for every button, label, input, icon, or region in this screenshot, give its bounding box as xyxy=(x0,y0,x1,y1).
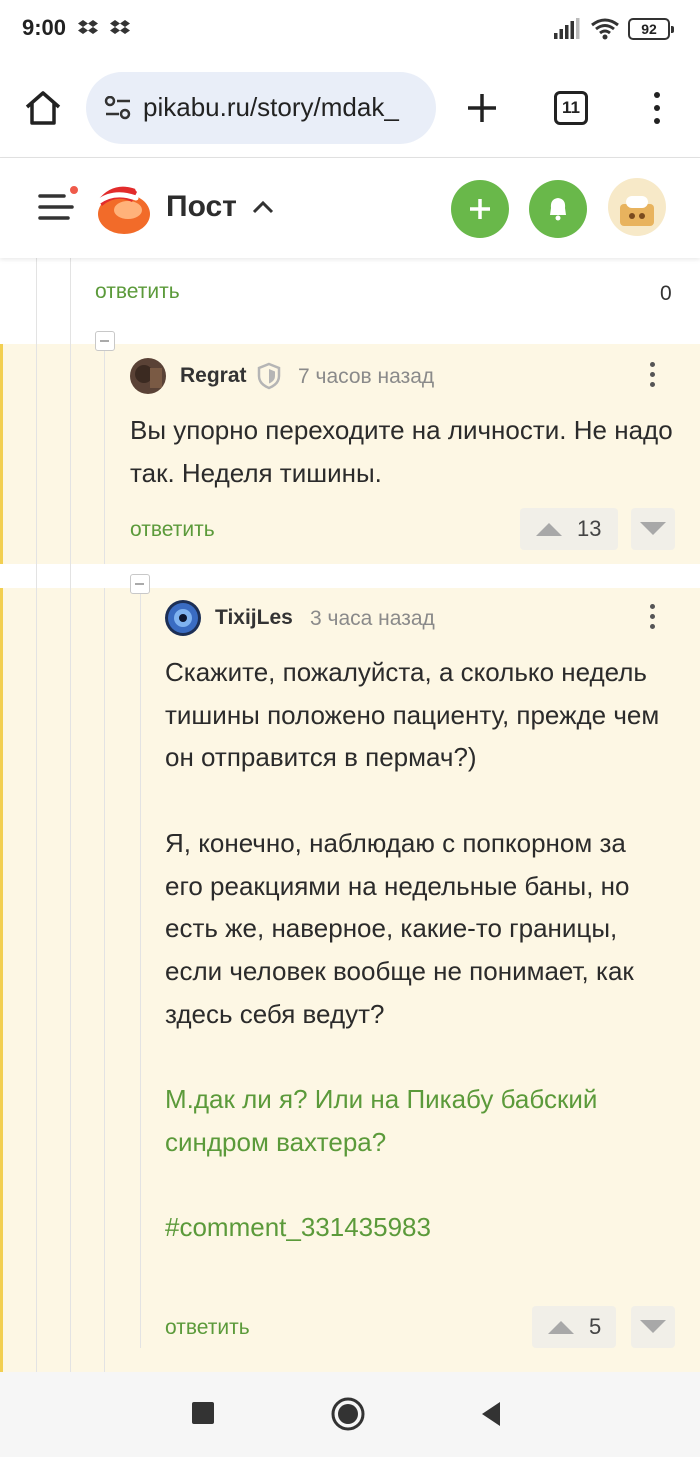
quoted-post-link[interactable]: М.дак ли я? Или на Пикабу бабский синдро… xyxy=(165,1078,670,1163)
downvote-button[interactable] xyxy=(631,508,675,550)
home-circle-icon[interactable] xyxy=(330,1396,366,1432)
page-title[interactable]: Пост xyxy=(166,190,237,224)
comment-text: Скажите, пожалуйста, а сколько недель ти… xyxy=(165,651,670,1249)
home-icon[interactable] xyxy=(24,90,62,126)
thread-line xyxy=(104,348,105,564)
upvote-button[interactable]: 13 xyxy=(520,508,618,550)
new-comment-marker xyxy=(0,344,3,564)
shield-icon xyxy=(257,362,281,390)
author-name[interactable]: Regrat xyxy=(180,364,247,388)
arrow-down-icon xyxy=(640,522,666,535)
thread-line xyxy=(36,588,37,1372)
notification-dot xyxy=(68,184,80,196)
battery-icon: 92 xyxy=(628,18,674,40)
browser-toolbar: pikabu.ru/story/mdak_ 11 xyxy=(0,60,700,158)
comment-time: 7 часов назад xyxy=(298,365,435,388)
comments-thread: ответить 0 Regrat 7 часов назад Вы упорн… xyxy=(0,258,700,1372)
comment-anchor-link[interactable]: #comment_331435983 xyxy=(165,1206,670,1249)
comment-time: 3 часа назад xyxy=(310,607,435,630)
comment-rating: 5 xyxy=(589,1314,602,1339)
comment-paragraph: Скажите, пожалуйста, а сколько недель ти… xyxy=(165,657,660,773)
comment-text: Вы упорно переходите на личности. Не над… xyxy=(130,409,675,494)
url-bar[interactable]: pikabu.ru/story/mdak_ xyxy=(86,72,436,144)
plus-icon xyxy=(470,199,490,219)
back-icon[interactable] xyxy=(478,1400,504,1428)
thread-line xyxy=(104,588,105,1372)
collapse-button[interactable] xyxy=(130,574,150,594)
arrow-down-icon xyxy=(640,1320,666,1333)
status-bar: 9:00 92 xyxy=(0,0,700,60)
site-header: Пост xyxy=(0,158,700,258)
arrow-up-icon xyxy=(536,523,562,536)
recents-icon[interactable] xyxy=(192,1402,214,1424)
comment-paragraph: Вы упорно переходите на личности. Не над… xyxy=(130,415,673,488)
site-settings-icon[interactable] xyxy=(104,96,132,120)
thread-line xyxy=(70,344,71,564)
dropbox-icon xyxy=(110,20,130,34)
notifications-button[interactable] xyxy=(529,180,587,238)
bell-icon xyxy=(550,198,566,221)
author-avatar[interactable] xyxy=(130,358,166,394)
add-post-button[interactable] xyxy=(451,180,509,238)
comment-rating: 13 xyxy=(577,516,602,541)
arrow-up-icon xyxy=(548,1321,574,1334)
upvote-button[interactable]: 5 xyxy=(532,1306,616,1348)
comment-menu-icon[interactable] xyxy=(647,604,657,634)
author-name[interactable]: TixijLes xyxy=(215,606,293,630)
collapse-button[interactable] xyxy=(95,331,115,351)
reply-link[interactable]: ответить xyxy=(95,280,180,304)
system-nav-bar xyxy=(0,1372,700,1457)
comment-paragraph: Я, конечно, наблюдаю с попкорном за его … xyxy=(165,827,634,1029)
new-tab-icon[interactable] xyxy=(466,92,498,124)
status-time: 9:00 xyxy=(22,15,67,40)
url-text: pikabu.ru/story/mdak_ xyxy=(143,92,399,122)
user-avatar[interactable] xyxy=(608,178,666,236)
downvote-button[interactable] xyxy=(631,1306,675,1348)
menu-icon[interactable] xyxy=(38,192,74,224)
comment-menu-icon[interactable] xyxy=(647,362,657,392)
thread-line xyxy=(70,588,71,1372)
wifi-icon xyxy=(591,18,619,40)
dropbox-icon xyxy=(78,20,98,34)
new-comment-marker xyxy=(0,588,3,1372)
more-icon[interactable] xyxy=(652,92,662,124)
signal-icon xyxy=(554,18,580,39)
comment-counter: 0 xyxy=(660,282,672,305)
chevron-up-icon[interactable] xyxy=(252,200,274,214)
reply-link[interactable]: ответить xyxy=(165,1316,250,1340)
pikabu-logo[interactable] xyxy=(92,176,154,238)
author-avatar[interactable] xyxy=(165,600,201,636)
thread-line xyxy=(36,344,37,564)
tabs-icon[interactable]: 11 xyxy=(554,91,588,125)
reply-link[interactable]: ответить xyxy=(130,518,215,542)
thread-line xyxy=(140,592,141,1348)
